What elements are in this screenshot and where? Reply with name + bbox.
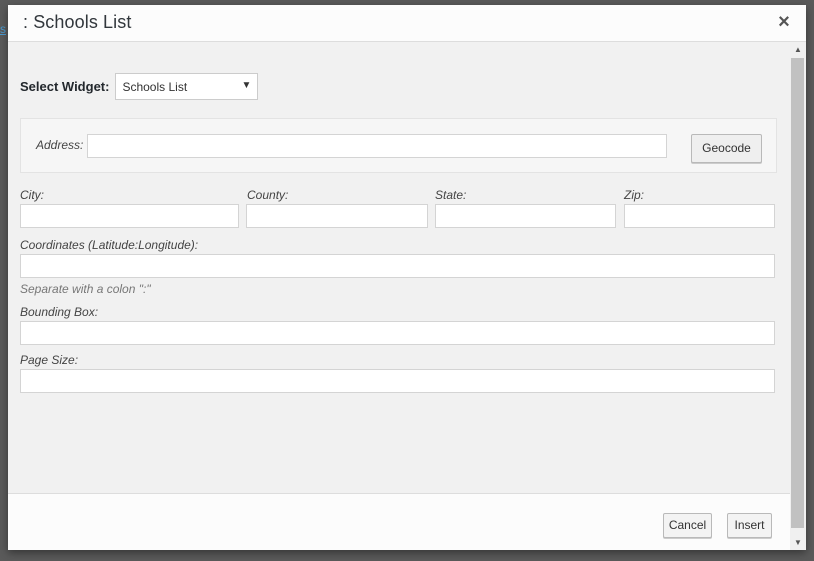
scroll-up-icon[interactable]: ▲ [790,42,806,57]
dialog-header: : Schools List × [8,5,806,42]
vertical-scrollbar[interactable]: ▲ ▼ [790,42,806,550]
bounding-box-label: Bounding Box: [20,305,99,319]
coordinates-hint: Separate with a colon ":" [20,282,151,296]
dialog-title: : Schools List [23,12,132,32]
geocode-button[interactable]: Geocode [691,134,762,163]
zip-input[interactable] [624,204,775,228]
backdrop-link: s [0,22,6,36]
select-widget-label: Select Widget: [20,78,110,94]
city-label: City: [20,188,44,202]
scroll-down-icon[interactable]: ▼ [790,535,806,550]
cancel-button[interactable]: Cancel [663,513,712,538]
schools-list-dialog: : Schools List × Select Widget: Schools … [8,5,806,550]
coordinates-input[interactable] [20,254,775,278]
widget-select[interactable]: Schools List ▼ [115,72,259,100]
dialog-body: Select Widget: Schools List ▼ Address: G… [8,42,790,493]
dialog-footer: Cancel Insert [8,493,790,550]
widget-select-row: Select Widget: Schools List ▼ [20,72,259,100]
page-size-input[interactable] [20,369,775,393]
zip-label: Zip: [624,188,645,202]
page-size-label: Page Size: [20,353,79,367]
state-input[interactable] [435,204,616,228]
close-icon[interactable]: × [774,11,794,33]
insert-button[interactable]: Insert [727,513,772,538]
address-label: Address: [36,138,84,152]
coordinates-label: Coordinates (Latitude:Longitude): [20,238,199,252]
widget-select-value: Schools List [122,79,188,94]
scrollbar-thumb[interactable] [791,58,804,528]
state-label: State: [435,188,467,202]
city-input[interactable] [20,204,239,228]
chevron-down-icon: ▼ [241,79,252,91]
county-label: County: [247,188,289,202]
address-input[interactable] [87,134,667,158]
bounding-box-input[interactable] [20,321,775,345]
county-input[interactable] [246,204,428,228]
address-panel: Address: Geocode [20,118,777,173]
